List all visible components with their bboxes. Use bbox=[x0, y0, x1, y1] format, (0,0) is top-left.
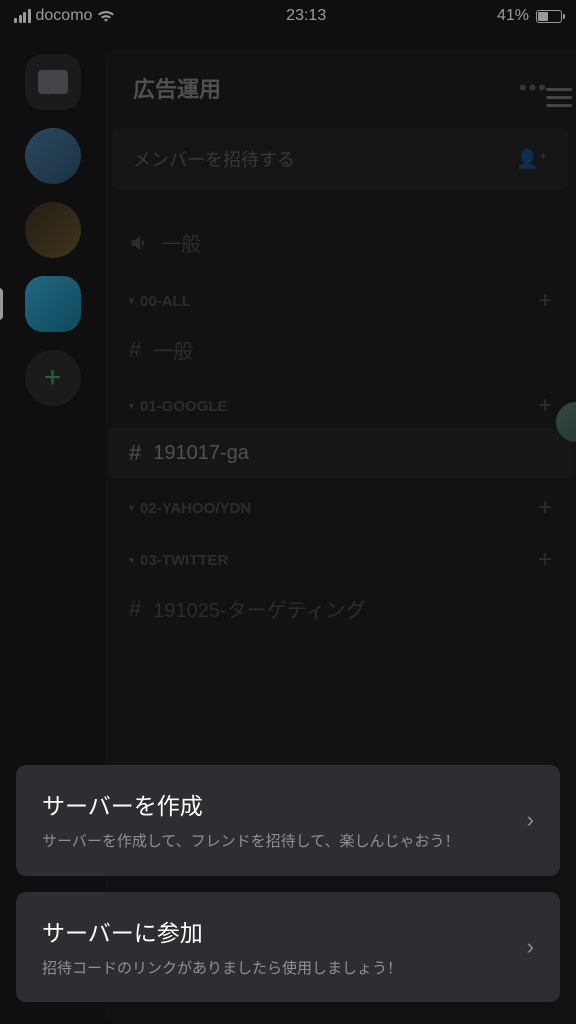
server-avatar-3[interactable] bbox=[25, 276, 81, 332]
channel-name: 191017-ga bbox=[153, 442, 249, 465]
category-header-03[interactable]: ▾ 03-TWITTER + bbox=[105, 530, 576, 582]
category-header-01[interactable]: ▾ 01-GOOGLE + bbox=[105, 376, 576, 428]
text-channel-active[interactable]: # 191017-ga bbox=[109, 428, 572, 478]
signal-icon bbox=[14, 9, 31, 23]
chevron-down-icon: ▾ bbox=[129, 555, 134, 566]
invite-members-button[interactable]: メンバーを招待する 👤⁺ bbox=[113, 128, 568, 190]
hash-icon: # bbox=[129, 337, 141, 363]
join-server-button[interactable]: サーバーに参加 招待コードのリンクがありましたら使用しましょう！ › bbox=[16, 892, 560, 1003]
status-right: 41% bbox=[497, 7, 562, 25]
category-header-02[interactable]: ▾ 02-YAHOO/YDN + bbox=[105, 478, 576, 530]
server-avatar-1[interactable] bbox=[25, 128, 81, 184]
category-name: 00-ALL bbox=[140, 293, 191, 310]
channel-name: 191025-ターゲティング bbox=[153, 594, 365, 623]
chevron-down-icon: ▾ bbox=[129, 296, 134, 307]
direct-messages-button[interactable] bbox=[25, 54, 81, 110]
hamburger-menu-button[interactable] bbox=[546, 88, 572, 107]
add-server-button[interactable]: + bbox=[25, 350, 81, 406]
add-channel-button[interactable]: + bbox=[538, 494, 552, 522]
join-server-title: サーバーに参加 bbox=[42, 914, 511, 948]
create-server-subtitle: サーバーを作成して、フレンドを招待して、楽しんじゃおう！ bbox=[42, 831, 511, 854]
category-name: 03-TWITTER bbox=[140, 552, 228, 569]
status-left: docomo bbox=[14, 7, 115, 25]
bottom-sheet: サーバーを作成 サーバーを作成して、フレンドを招待して、楽しんじゃおう！ › サ… bbox=[16, 765, 560, 1002]
server-title: 広告運用 bbox=[133, 72, 221, 104]
speaker-icon bbox=[129, 232, 151, 254]
add-person-icon: 👤⁺ bbox=[516, 149, 548, 170]
text-channel[interactable]: # 一般 bbox=[105, 323, 576, 376]
clock: 23:13 bbox=[286, 7, 326, 25]
add-channel-button[interactable]: + bbox=[538, 392, 552, 420]
create-server-title: サーバーを作成 bbox=[42, 787, 511, 821]
category-name: 02-YAHOO/YDN bbox=[140, 500, 251, 517]
battery-percent: 41% bbox=[497, 7, 529, 25]
chevron-down-icon: ▾ bbox=[129, 503, 134, 514]
status-bar: docomo 23:13 41% bbox=[0, 0, 576, 32]
speech-bubble-icon bbox=[38, 70, 68, 94]
voice-channel-name: 一般 bbox=[161, 228, 201, 257]
plus-icon: + bbox=[44, 361, 62, 395]
category-header-00[interactable]: ▾ 00-ALL + bbox=[105, 271, 576, 323]
chevron-down-icon: ▾ bbox=[129, 401, 134, 412]
hash-icon: # bbox=[129, 596, 141, 622]
chevron-right-icon: › bbox=[527, 934, 534, 960]
add-channel-button[interactable]: + bbox=[538, 546, 552, 574]
battery-icon bbox=[536, 10, 562, 23]
wifi-icon bbox=[97, 9, 115, 23]
invite-label: メンバーを招待する bbox=[133, 146, 295, 172]
more-options-button[interactable]: ••• bbox=[519, 75, 548, 101]
panel-header: 広告運用 ••• bbox=[105, 50, 576, 128]
server-avatar-2[interactable] bbox=[25, 202, 81, 258]
text-channel[interactable]: # 191025-ターゲティング bbox=[105, 582, 576, 635]
create-server-button[interactable]: サーバーを作成 サーバーを作成して、フレンドを招待して、楽しんじゃおう！ › bbox=[16, 765, 560, 876]
channel-name: 一般 bbox=[153, 335, 193, 364]
carrier-label: docomo bbox=[36, 7, 93, 25]
voice-channel-row[interactable]: 一般 bbox=[105, 214, 576, 271]
hash-icon: # bbox=[129, 440, 141, 466]
join-server-subtitle: 招待コードのリンクがありましたら使用しましょう！ bbox=[42, 958, 511, 981]
category-name: 01-GOOGLE bbox=[140, 398, 228, 415]
chevron-right-icon: › bbox=[527, 807, 534, 833]
add-channel-button[interactable]: + bbox=[538, 287, 552, 315]
